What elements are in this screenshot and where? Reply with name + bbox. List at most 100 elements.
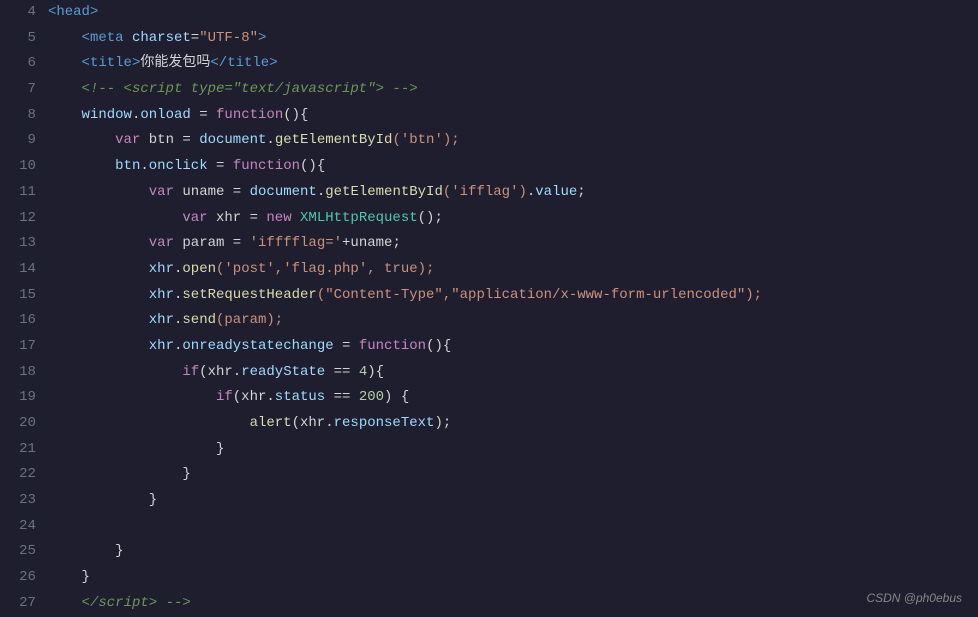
- code-token: }: [149, 492, 157, 508]
- line-number: 7: [0, 77, 48, 103]
- code-token: script: [98, 595, 148, 611]
- line-number: 19: [0, 385, 48, 411]
- code-token: <!-- <script type=: [82, 81, 233, 97]
- line-number: 6: [0, 51, 48, 77]
- code-token: xhr: [149, 312, 174, 328]
- code-token: +uname;: [342, 235, 401, 251]
- code-token: getElementById: [275, 132, 393, 148]
- code-token: .: [317, 184, 325, 200]
- code-token: 你能发包吗: [140, 55, 210, 71]
- code-token: value: [535, 184, 577, 200]
- code-token: .: [266, 389, 274, 405]
- table-row: 6 <title>你能发包吗</title>: [0, 51, 978, 77]
- line-code: <title>你能发包吗</title>: [48, 51, 978, 77]
- line-code: }: [48, 565, 978, 591]
- code-token: title: [227, 55, 269, 71]
- code-token: > -->: [149, 595, 191, 611]
- code-token: <: [82, 30, 90, 46]
- table-row: 9 var btn = document.getElementById('btn…: [0, 128, 978, 154]
- line-number: 15: [0, 283, 48, 309]
- code-token: </: [82, 595, 99, 611]
- table-row: 8 window.onload = function(){: [0, 103, 978, 129]
- line-number: 16: [0, 308, 48, 334]
- code-token: onclick: [149, 158, 208, 174]
- line-code: <meta charset="UTF-8">: [48, 26, 978, 52]
- line-number: 9: [0, 128, 48, 154]
- code-token: send: [182, 312, 216, 328]
- code-token: =: [208, 158, 233, 174]
- line-code: [48, 514, 978, 540]
- code-token: readyState: [241, 364, 325, 380]
- code-token: (xhr: [292, 415, 326, 431]
- code-token: onload: [140, 107, 190, 123]
- line-number: 14: [0, 257, 48, 283]
- code-token: ==: [325, 364, 359, 380]
- code-token: meta: [90, 30, 124, 46]
- code-token: 200: [359, 389, 384, 405]
- code-token: (){: [426, 338, 451, 354]
- code-token: .: [266, 132, 274, 148]
- code-token: alert: [250, 415, 292, 431]
- code-token: }: [115, 543, 123, 559]
- table-row: 7 <!-- <script type="text/javascript"> -…: [0, 77, 978, 103]
- code-token: setRequestHeader: [182, 287, 316, 303]
- line-number: 18: [0, 360, 48, 386]
- line-code: }: [48, 462, 978, 488]
- code-token: =: [334, 338, 359, 354]
- line-code: if(xhr.readyState == 4){: [48, 360, 978, 386]
- line-code: xhr.send(param);: [48, 308, 978, 334]
- line-code: var xhr = new XMLHttpRequest();: [48, 206, 978, 232]
- line-number: 11: [0, 180, 48, 206]
- code-token: ;: [577, 184, 585, 200]
- line-code: <head>: [48, 0, 978, 26]
- code-token: }: [82, 569, 90, 585]
- table-row: 17 xhr.onreadystatechange = function(){: [0, 334, 978, 360]
- code-token: btn: [115, 158, 140, 174]
- line-code: }: [48, 437, 978, 463]
- code-token: >: [258, 30, 266, 46]
- line-code: window.onload = function(){: [48, 103, 978, 129]
- code-token: ("Content-Type","application/x-www-form-…: [317, 287, 762, 303]
- line-number: 25: [0, 539, 48, 565]
- code-token: > -->: [376, 81, 418, 97]
- code-token: (){: [300, 158, 325, 174]
- code-token: function: [359, 338, 426, 354]
- code-token: </: [210, 55, 227, 71]
- code-token: );: [434, 415, 451, 431]
- line-number: 13: [0, 231, 48, 257]
- table-row: 24: [0, 514, 978, 540]
- code-viewer: 4<head>5 <meta charset="UTF-8">6 <title>…: [0, 0, 978, 617]
- line-number: 20: [0, 411, 48, 437]
- table-row: 11 var uname = document.getElementById('…: [0, 180, 978, 206]
- line-code: </script> -->: [48, 591, 978, 617]
- table-row: 26 }: [0, 565, 978, 591]
- table-row: 4<head>: [0, 0, 978, 26]
- line-code: xhr.open('post','flag.php', true);: [48, 257, 978, 283]
- code-token: responseText: [334, 415, 435, 431]
- line-code: var btn = document.getElementById('btn')…: [48, 128, 978, 154]
- code-token: 'ifffflag=': [250, 235, 342, 251]
- line-code: <!-- <script type="text/javascript"> -->: [48, 77, 978, 103]
- code-token: btn =: [140, 132, 199, 148]
- code-token: var: [182, 210, 207, 226]
- code-token: xhr: [149, 338, 174, 354]
- code-token: =: [191, 107, 216, 123]
- table-row: 12 var xhr = new XMLHttpRequest();: [0, 206, 978, 232]
- line-code: if(xhr.status == 200) {: [48, 385, 978, 411]
- code-token: =: [191, 30, 199, 46]
- line-code: }: [48, 539, 978, 565]
- line-number: 24: [0, 514, 48, 540]
- code-token: title: [90, 55, 132, 71]
- code-token: xhr: [149, 287, 174, 303]
- code-token: if: [182, 364, 199, 380]
- line-code: var param = 'ifffflag='+uname;: [48, 231, 978, 257]
- code-token: ) {: [384, 389, 409, 405]
- code-token: getElementById: [325, 184, 443, 200]
- code-token: xhr: [149, 261, 174, 277]
- code-token: window: [82, 107, 132, 123]
- code-token: "text/javascript": [233, 81, 376, 97]
- watermark: CSDN @ph0ebus: [866, 591, 962, 605]
- line-code: alert(xhr.responseText);: [48, 411, 978, 437]
- code-token: var: [115, 132, 140, 148]
- line-number: 4: [0, 0, 48, 26]
